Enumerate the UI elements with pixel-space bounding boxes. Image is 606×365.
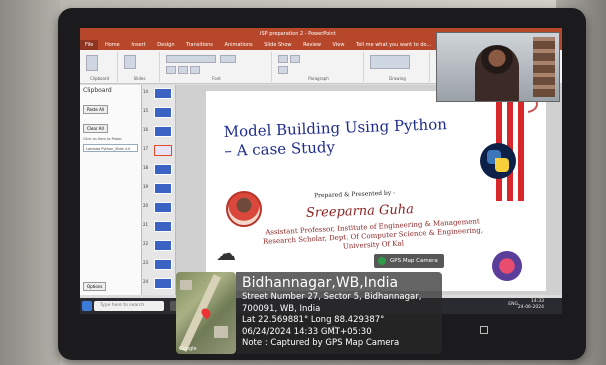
paste-all-button[interactable]: Paste All	[83, 105, 109, 114]
decorative-circle-image	[492, 251, 522, 281]
thumb-number: 18	[143, 165, 149, 170]
group-label: Font	[212, 76, 221, 81]
taskbar-clock[interactable]: 14:33 24-06-2024	[518, 299, 544, 311]
thumb-number: 17	[143, 146, 149, 151]
group-label: Clipboard	[89, 76, 110, 81]
thumb-number: 16	[143, 127, 149, 132]
gps-address-1: Street Number 27, Sector 5, Bidhannagar,	[242, 292, 422, 302]
menu-view[interactable]: View	[328, 40, 350, 50]
slide-thumbnail[interactable]	[154, 183, 172, 194]
slide-thumbnail[interactable]	[154, 88, 172, 99]
numbering-button[interactable]	[290, 55, 300, 63]
slide-title: Model Building Using Python – A case Stu…	[223, 115, 447, 161]
slide-editor: Model Building Using Python – A case Stu…	[176, 85, 562, 295]
new-slide-button[interactable]	[124, 55, 136, 69]
italic-button[interactable]	[178, 66, 188, 74]
clipboard-title: Clipboard	[83, 87, 112, 94]
cloud-computer-icon: ☁	[216, 241, 236, 265]
shapes-gallery[interactable]	[370, 55, 410, 69]
python-logo-icon	[480, 143, 516, 179]
thumb-number: 22	[143, 241, 149, 246]
slide-thumbnail[interactable]	[154, 278, 172, 289]
slide-thumbnail[interactable]	[154, 107, 172, 118]
menu-insert[interactable]: Insert	[126, 40, 150, 50]
map-building	[180, 280, 192, 290]
slide-thumbnail-selected[interactable]	[154, 145, 172, 156]
gps-city: Bidhannagar,WB,India	[242, 275, 399, 291]
group-label: Drawing	[389, 76, 406, 81]
group-label: Slides	[133, 76, 146, 81]
window-title: ISP preparation 2 - PowerPoint	[260, 31, 336, 37]
slide-thumbnail[interactable]	[154, 259, 172, 270]
options-button[interactable]: Options	[83, 282, 107, 291]
thumb-number: 21	[143, 222, 149, 227]
bold-button[interactable]	[166, 66, 176, 74]
clipboard-item[interactable]: Lambda Python_Slide 4.0	[83, 144, 138, 152]
language-indicator[interactable]: ENG	[508, 302, 518, 307]
background-shelf	[533, 37, 555, 97]
menu-review[interactable]: Review	[298, 40, 326, 50]
slide-thumbnail[interactable]	[154, 202, 172, 213]
menu-home[interactable]: Home	[100, 40, 125, 50]
map-building	[214, 326, 228, 338]
recent-apps-icon[interactable]	[480, 326, 488, 334]
ribbon-group-font: Font	[162, 52, 272, 82]
webcam-preview	[436, 32, 560, 102]
slide-thumbnails: 14 15 16 17 18 19 20 21 22 23 24	[142, 85, 176, 295]
thumb-number: 19	[143, 184, 149, 189]
thumb-number: 14	[143, 89, 149, 94]
prepared-by-text: Prepared & Presented by -	[313, 189, 396, 200]
background-left	[0, 0, 60, 365]
webcam-person	[475, 45, 519, 101]
affiliation-text: Assistant Professor, Institute of Engine…	[237, 216, 508, 257]
slide-thumbnail[interactable]	[154, 240, 172, 251]
menu-transitions[interactable]: Transitions	[181, 40, 218, 50]
align-left-button[interactable]	[278, 66, 288, 74]
map-pin-icon	[378, 257, 386, 265]
gps-camera-badge: GPS Map Camera	[374, 254, 444, 268]
paste-button[interactable]	[86, 55, 98, 71]
group-label: Paragraph	[308, 76, 329, 81]
menu-design[interactable]: Design	[152, 40, 179, 50]
clock-date: 24-06-2024	[517, 305, 544, 310]
gps-note: Note : Captured by GPS Map Camera	[242, 338, 400, 348]
slide-thumbnail[interactable]	[154, 164, 172, 175]
underline-button[interactable]	[190, 66, 200, 74]
presenter-name: Sreeparna Guha	[305, 202, 415, 221]
slide-thumbnail[interactable]	[154, 221, 172, 232]
presenter-photo	[226, 191, 262, 227]
thumb-number: 24	[143, 279, 149, 284]
gps-datetime: 06/24/2024 14:33 GMT+05:30	[242, 326, 372, 337]
clipboard-hint: Click an Item to Paste:	[83, 137, 123, 141]
gps-info-box: Bidhannagar,WB,India Street Number 27, S…	[236, 272, 442, 354]
tell-me-box[interactable]: Tell me what you want to do...	[351, 40, 436, 50]
thumb-number: 15	[143, 108, 149, 113]
ribbon-group-clipboard: Clipboard	[82, 52, 118, 82]
menu-file[interactable]: File	[80, 40, 99, 50]
ribbon-group-slides: Slides	[120, 52, 160, 82]
clipboard-pane: Clipboard Paste All Clear All Click an I…	[80, 85, 142, 295]
taskbar-search[interactable]: Type here to search	[94, 301, 164, 311]
slide-thumbnail[interactable]	[154, 126, 172, 137]
map-label: Google	[179, 346, 197, 352]
clear-all-button[interactable]: Clear All	[83, 124, 108, 133]
font-name-select[interactable]	[166, 55, 216, 63]
map-thumbnail: Google	[176, 272, 236, 354]
menu-animations[interactable]: Animations	[220, 40, 258, 50]
thumb-number: 23	[143, 260, 149, 265]
start-icon[interactable]	[82, 301, 92, 311]
font-size-select[interactable]	[220, 55, 236, 63]
gps-badge-label: GPS Map Camera	[390, 258, 438, 264]
ribbon-group-drawing: Drawing	[366, 52, 430, 82]
gps-latlong: Lat 22.569881° Long 88.429387°	[242, 315, 385, 325]
menu-slideshow[interactable]: Slide Show	[259, 40, 296, 50]
thumb-number: 20	[143, 203, 149, 208]
gps-address-2: 700091, WB, India	[242, 303, 321, 314]
photo: ISP preparation 2 - PowerPoint File Home…	[0, 0, 606, 365]
ribbon-group-paragraph: Paragraph	[274, 52, 364, 82]
bullets-button[interactable]	[278, 55, 288, 63]
